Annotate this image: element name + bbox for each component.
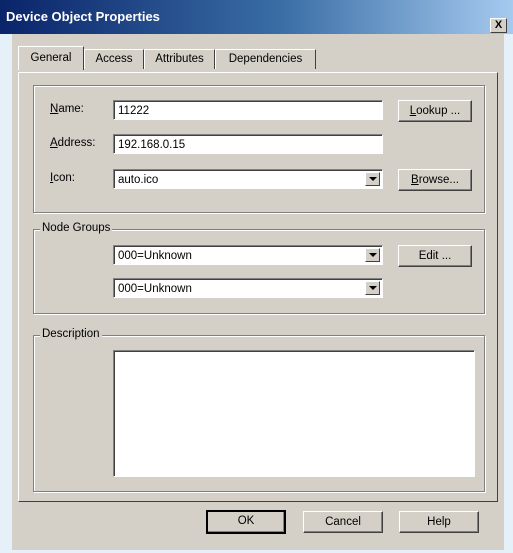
window-title: Device Object Properties [6,9,160,24]
icon-select[interactable]: auto.ico [113,169,383,189]
ok-button-label: OK [237,515,255,527]
dialog-window: General Access Attributes Dependencies N… [12,34,504,550]
node-group-2-value: 000=Unknown [118,283,192,295]
cancel-button[interactable]: Cancel [303,511,383,533]
general-tab-panel: Name: 11222 Lookup ... Address: 192.168.… [18,72,498,502]
name-field[interactable]: 11222 [113,100,383,120]
node-group-select-1[interactable]: 000=Unknown [113,245,383,265]
identity-group: Name: 11222 Lookup ... Address: 192.168.… [33,85,485,213]
address-label: Address: [50,137,96,149]
ok-button[interactable]: OK [206,510,286,534]
description-textarea[interactable] [113,350,475,477]
chevron-down-icon[interactable] [365,281,380,295]
name-value: 11222 [118,105,150,117]
help-button-label: Help [427,516,451,528]
lookup-button[interactable]: Lookup ... [398,100,472,122]
tab-access-label: Access [95,53,133,65]
tab-attributes-label: Attributes [155,53,204,65]
close-icon: X [494,19,503,31]
address-field[interactable]: 192.168.0.15 [113,134,383,154]
cancel-button-label: Cancel [325,516,361,528]
tab-general-label: General [30,52,72,64]
close-button[interactable]: X [490,18,507,33]
chevron-down-icon[interactable] [365,248,380,262]
tab-dependencies-label: Dependencies [228,53,303,65]
name-label: Name: [50,103,84,115]
address-value: 192.168.0.15 [118,139,186,151]
title-bar[interactable]: Device Object Properties X [0,0,513,34]
icon-value: auto.ico [118,174,159,186]
icon-label: Icon: [50,172,75,184]
description-group: Description [33,328,485,492]
help-button[interactable]: Help [399,511,479,533]
edit-button[interactable]: Edit ... [398,245,472,267]
browse-button[interactable]: Browse... [398,169,472,191]
tab-access[interactable]: Access [84,49,144,69]
tab-dependencies[interactable]: Dependencies [215,49,316,69]
tab-general[interactable]: General [18,46,84,70]
chevron-down-icon[interactable] [365,172,380,186]
tab-attributes[interactable]: Attributes [144,49,215,69]
edit-button-label: Edit ... [418,250,452,262]
node-groups-group: Node Groups 000=Unknown Edit ... 000=Unk… [33,222,485,314]
description-legend: Description [40,328,102,340]
node-group-1-value: 000=Unknown [118,250,192,262]
node-groups-legend: Node Groups [40,222,113,234]
node-group-select-2[interactable]: 000=Unknown [113,278,383,298]
